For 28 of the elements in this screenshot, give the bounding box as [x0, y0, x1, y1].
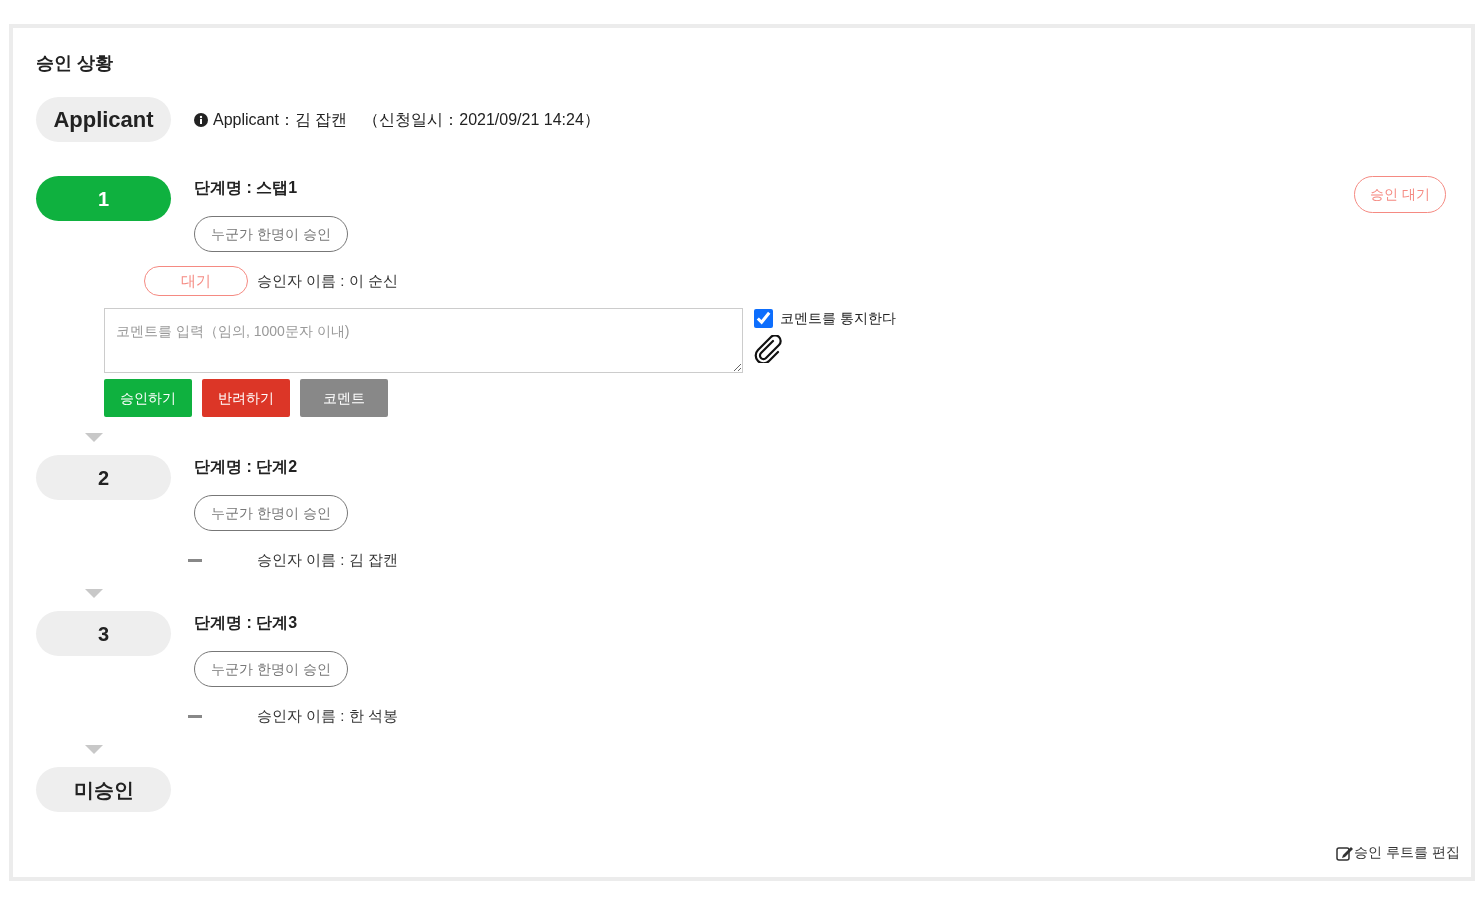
step-pill: 2 [36, 455, 171, 500]
step-pill: 3 [36, 611, 171, 656]
triangle-down-icon [85, 745, 103, 755]
step-name: 단계명 : 스탭1 [194, 178, 299, 198]
step-name: 단계명 : 단계3 [194, 613, 299, 633]
approver-name: 승인자 이름 : 이 순신 [257, 270, 398, 291]
step-name: 단계명 : 단계2 [194, 457, 299, 477]
approver-name: 승인자 이름 : 김 잡캔 [257, 549, 398, 570]
dash-icon [188, 558, 202, 562]
action-button[interactable]: 반려하기 [202, 379, 290, 417]
triangle-down-icon [85, 589, 103, 599]
edit-icon [1336, 844, 1355, 861]
approver-name: 승인자 이름 : 한 석봉 [257, 705, 398, 726]
applicant-pill: Applicant [36, 97, 171, 142]
notify-checkbox[interactable] [754, 309, 773, 328]
applicant-info: Applicant：김 잡캔 （신청일시：2021/09/21 14:24） [213, 109, 600, 130]
paperclip-icon[interactable] [754, 335, 784, 363]
dash-icon [188, 714, 202, 718]
comment-field[interactable]: 코멘트를 입력（임의, 1000문자 이내) [104, 308, 743, 373]
final-pill: 미승인 [36, 767, 171, 812]
action-button[interactable]: 승인하기 [104, 379, 192, 417]
triangle-down-icon [85, 433, 103, 443]
notify-label: 코멘트를 통지한다 [780, 309, 896, 328]
info-icon [194, 112, 208, 127]
step-pill: 1 [36, 176, 171, 221]
action-button[interactable]: 코멘트 [300, 379, 388, 417]
section-title: 승인 상황 [36, 52, 114, 75]
edit-route-link[interactable]: 승인 루트를 편집 [1336, 842, 1460, 863]
